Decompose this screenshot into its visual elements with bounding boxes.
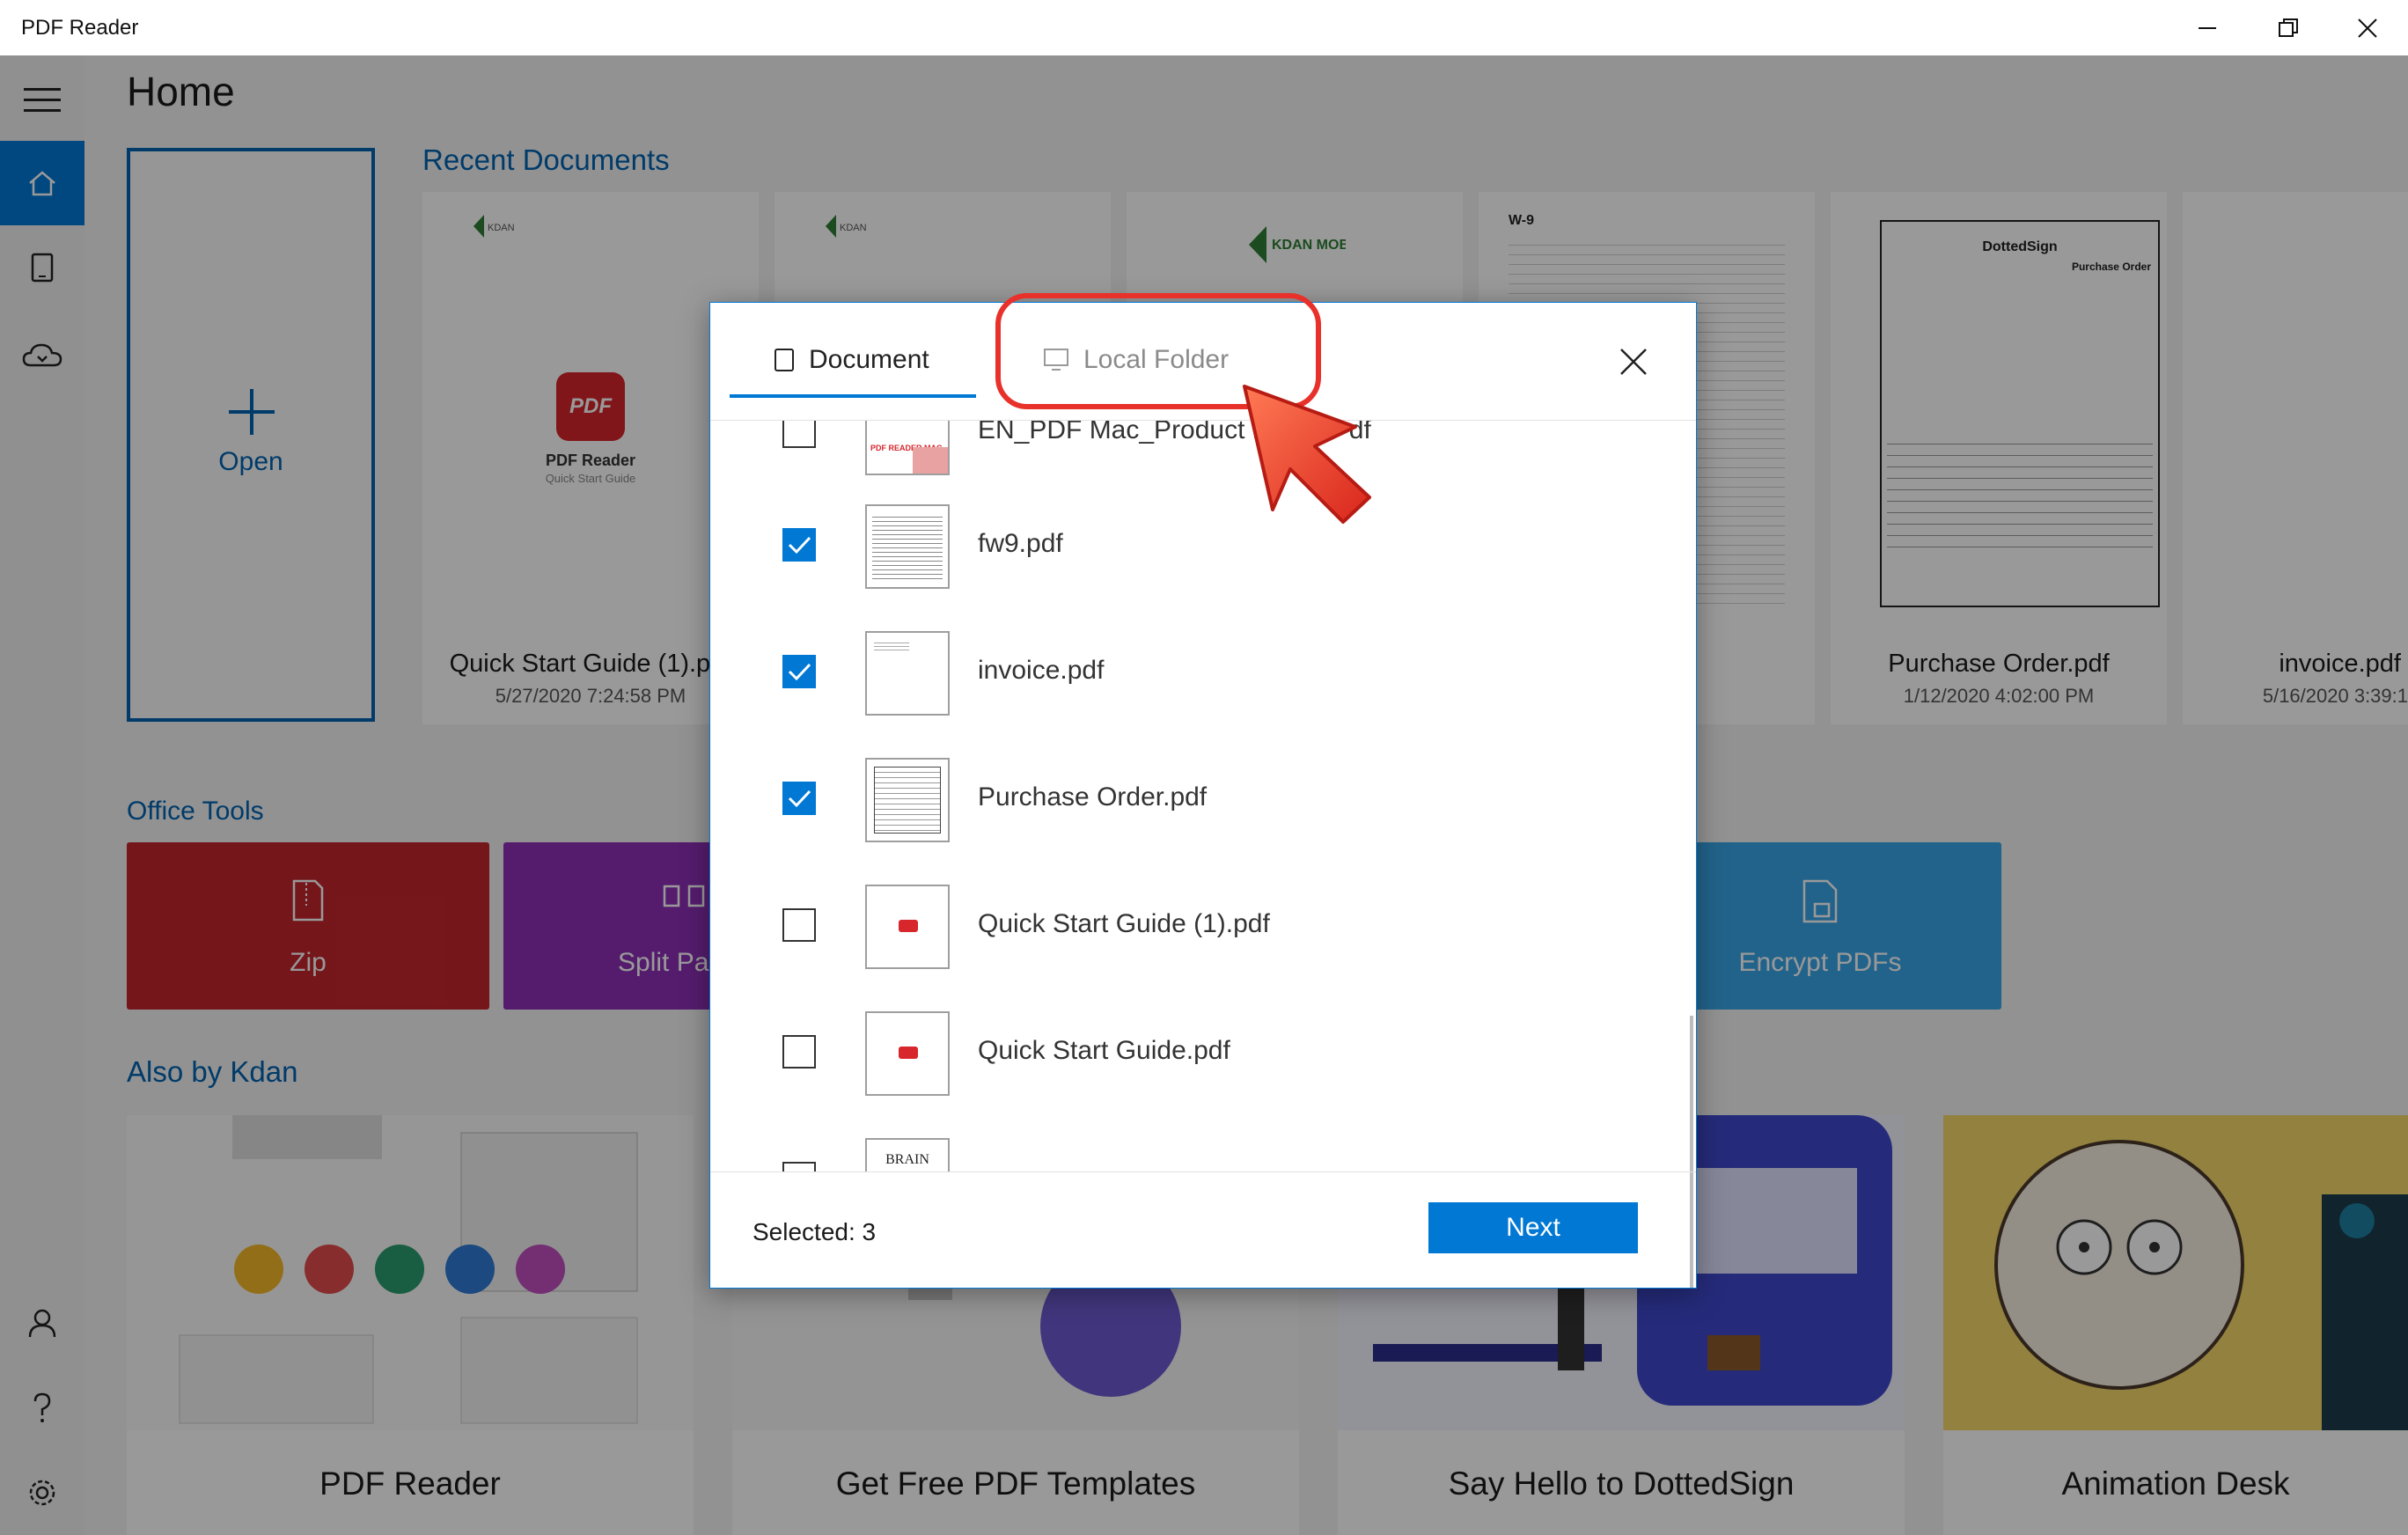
file-thumbnail: [865, 758, 950, 842]
pointer-arrow-icon: [1243, 385, 1371, 524]
file-thumbnail: [865, 631, 950, 716]
file-thumb-graphic: [913, 447, 948, 474]
file-checkbox[interactable]: [782, 1162, 816, 1171]
file-thumb-graphic: [874, 640, 909, 652]
selected-count: Selected: 3: [752, 1218, 877, 1245]
list-item[interactable]: fw9.pdf: [710, 481, 1696, 608]
checkmark-icon: [788, 663, 811, 681]
checkmark-icon: [788, 536, 811, 555]
document-icon: [775, 349, 794, 371]
file-thumb-text: BRAIN: [885, 1152, 929, 1167]
dialog-close-button[interactable]: [1611, 340, 1656, 384]
list-item[interactable]: invoice.pdf: [710, 608, 1696, 735]
active-tab-indicator: [730, 394, 976, 398]
file-thumbnail: [865, 885, 950, 969]
file-name: fw9.pdf: [978, 529, 1063, 558]
tab-document[interactable]: Document: [774, 338, 929, 382]
file-list: PDF READER MAC EN_PDF Mac_Product Bdf fw…: [710, 421, 1696, 1171]
file-name: invoice.pdf: [978, 656, 1105, 685]
file-checkbox[interactable]: [782, 421, 816, 448]
file-thumb-graphic: [874, 767, 941, 834]
file-checkbox[interactable]: [782, 908, 816, 942]
list-item[interactable]: Quick Start Guide (1).pdf: [710, 862, 1696, 988]
next-button[interactable]: Next: [1428, 1202, 1638, 1253]
file-thumb-graphic: [872, 513, 943, 580]
file-name: Quick Start Guide (1).pdf: [978, 909, 1270, 938]
file-checkbox[interactable]: [782, 655, 816, 688]
file-name: Quick Start Guide.pdf: [978, 1036, 1230, 1065]
file-name: Purchase Order.pdf: [978, 782, 1208, 812]
checkmark-icon: [788, 790, 811, 808]
pdf-reader-mini-icon: [899, 1047, 918, 1059]
list-item[interactable]: BRAIN: [710, 1115, 1696, 1171]
file-checkbox[interactable]: [782, 1035, 816, 1069]
file-thumbnail: BRAIN: [865, 1138, 950, 1171]
window-title: PDF Reader: [21, 16, 139, 40]
file-thumbnail: [865, 504, 950, 589]
list-item[interactable]: Purchase Order.pdf: [710, 735, 1696, 862]
minimize-button[interactable]: [2167, 0, 2248, 55]
file-checkbox[interactable]: [782, 528, 816, 562]
close-icon: [2358, 18, 2377, 38]
pdf-reader-mini-icon: [899, 920, 918, 932]
close-window-button[interactable]: [2327, 0, 2408, 55]
restore-icon: [2279, 18, 2298, 37]
list-item[interactable]: Quick Start Guide.pdf: [710, 988, 1696, 1115]
file-thumbnail: [865, 1011, 950, 1096]
select-files-dialog: Document Local Folder PDF READER MAC EN_…: [709, 302, 1697, 1289]
dialog-footer: Selected: 3 Next: [710, 1171, 1696, 1288]
close-icon: [1620, 349, 1647, 375]
minimize-icon: [2199, 26, 2216, 29]
restore-button[interactable]: [2248, 0, 2329, 55]
file-thumbnail: PDF READER MAC: [865, 421, 950, 475]
title-bar: PDF Reader: [0, 0, 2408, 55]
tab-document-label: Document: [809, 345, 929, 374]
file-checkbox[interactable]: [782, 782, 816, 815]
